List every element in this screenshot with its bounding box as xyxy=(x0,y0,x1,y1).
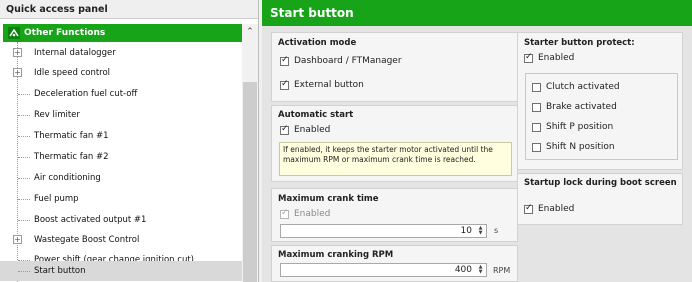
scrollbar-thumb[interactable] xyxy=(243,82,257,282)
sidebar-item-deceleration-fuel-cut-off[interactable]: Deceleration fuel cut-off xyxy=(0,84,242,104)
tree-branch-line xyxy=(18,178,30,179)
starter-button-protect-title: Starter button protect: xyxy=(524,38,635,48)
expand-plus-icon[interactable]: + xyxy=(13,68,22,77)
sidebar-item-start-button[interactable]: Start button xyxy=(0,261,242,281)
crank-time-enabled-label: Enabled xyxy=(294,209,331,219)
cranking-rpm-input[interactable]: 400 ▲ ▼ xyxy=(280,263,487,277)
shift-p-position-checkbox[interactable] xyxy=(532,123,541,132)
brake-activated-label: Brake activated xyxy=(546,102,617,112)
tree-branch-line xyxy=(18,94,30,95)
crank-time-input[interactable]: 10 ▲ ▼ xyxy=(280,224,487,238)
sidebar-item-thermatic-fan-1[interactable]: Thermatic fan #1 xyxy=(0,126,242,146)
sidebar-scrollbar[interactable]: ⌃ xyxy=(242,24,258,282)
sidebar-item-label: Internal datalogger xyxy=(34,48,116,58)
sidebar-item-label: Thermatic fan #2 xyxy=(34,152,109,162)
sidebar-item-boost-activated-output-1[interactable]: Boost activated output #1 xyxy=(0,210,242,230)
tree-branch-line xyxy=(18,199,30,200)
cranking-rpm-value: 400 xyxy=(454,265,472,275)
automatic-start-title: Automatic start xyxy=(278,110,354,120)
tree-group-label: Other Functions xyxy=(24,28,106,38)
sidebar-item-label: Rev limiter xyxy=(34,110,80,120)
startup-lock-enabled-checkbox[interactable] xyxy=(524,203,533,214)
expand-plus-icon[interactable]: + xyxy=(13,48,22,57)
automatic-start-info-note: If enabled, it keeps the starter motor a… xyxy=(279,142,512,176)
sidebar-item-label: Wastegate Boost Control xyxy=(34,235,140,245)
protect-enabled-label: Enabled xyxy=(538,53,575,63)
clutch-activated-label: Clutch activated xyxy=(546,82,620,92)
shift-p-position-label: Shift P position xyxy=(546,122,614,132)
cranking-rpm-unit: RPM xyxy=(493,266,511,275)
sidebar-item-label: Air conditioning xyxy=(34,173,101,183)
other-functions-icon xyxy=(8,27,20,39)
brake-activated-checkbox[interactable] xyxy=(532,103,541,112)
dashboard-checkbox[interactable] xyxy=(280,55,289,66)
activation-mode-panel: Activation mode Dashboard / FTManager Ex… xyxy=(271,32,518,102)
automatic-start-enabled-label: Enabled xyxy=(294,125,331,135)
clutch-activated-checkbox[interactable] xyxy=(532,83,541,92)
scroll-up-arrow-icon[interactable]: ⌃ xyxy=(242,24,258,40)
maximum-cranking-rpm-title: Maximum cranking RPM xyxy=(278,250,394,260)
expand-plus-icon[interactable]: + xyxy=(13,235,22,244)
crank-time-unit: s xyxy=(494,226,499,235)
spinner-arrows-icon[interactable]: ▲ ▼ xyxy=(476,226,485,236)
startup-lock-enabled-label: Enabled xyxy=(538,204,575,214)
startup-lock-panel: Startup lock during boot screen Enabled xyxy=(517,173,683,225)
shift-n-position-label: Shift N position xyxy=(546,142,615,152)
tree-branch-line xyxy=(18,271,30,272)
sidebar-item-thermatic-fan-2[interactable]: Thermatic fan #2 xyxy=(0,147,242,167)
sidebar-item-label: Thermatic fan #1 xyxy=(34,131,109,141)
activation-mode-title: Activation mode xyxy=(278,38,357,48)
sidebar-item-rev-limiter[interactable]: Rev limiter xyxy=(0,105,242,125)
sidebar-item-wastegate-boost-control[interactable]: + Wastegate Boost Control xyxy=(0,230,242,250)
tree-branch-line xyxy=(18,136,30,137)
sidebar-item-idle-speed-control[interactable]: + Idle speed control xyxy=(0,63,242,83)
protect-options-box: Clutch activated Brake activated Shift P… xyxy=(525,73,678,160)
external-button-checkbox[interactable] xyxy=(280,79,289,90)
sidebar-item-fuel-pump[interactable]: Fuel pump xyxy=(0,189,242,209)
sidebar-item-label: Fuel pump xyxy=(34,194,79,204)
quick-access-panel: Quick access panel Other Functions + Int… xyxy=(0,0,259,282)
sidebar-item-label: Deceleration fuel cut-off xyxy=(34,89,138,99)
page-title: Start button xyxy=(262,0,692,26)
startup-lock-title: Startup lock during boot screen xyxy=(524,178,677,188)
main-content: Start button Activation mode Dashboard /… xyxy=(262,0,692,282)
protect-enabled-checkbox[interactable] xyxy=(524,52,533,63)
dashboard-label: Dashboard / FTManager xyxy=(294,56,402,66)
crank-time-enabled-checkbox[interactable] xyxy=(280,208,289,219)
tree-group-other-functions[interactable]: Other Functions xyxy=(3,24,242,42)
sidebar-item-label: Idle speed control xyxy=(34,68,111,78)
tree-branch-line xyxy=(18,157,30,158)
automatic-start-enabled-checkbox[interactable] xyxy=(280,124,289,135)
sidebar-item-air-conditioning[interactable]: Air conditioning xyxy=(0,168,242,188)
maximum-crank-time-title: Maximum crank time xyxy=(278,194,379,204)
starter-button-protect-panel: Starter button protect: Enabled Clutch a… xyxy=(517,32,683,170)
shift-n-position-checkbox[interactable] xyxy=(532,143,541,152)
quick-access-title: Quick access panel xyxy=(0,0,258,19)
external-button-label: External button xyxy=(294,80,364,90)
spinner-arrows-icon[interactable]: ▲ ▼ xyxy=(476,265,485,275)
tree-branch-line xyxy=(18,115,30,116)
automatic-start-panel: Automatic start Enabled If enabled, it k… xyxy=(271,105,518,182)
sidebar-item-label: Start button xyxy=(34,266,86,276)
maximum-cranking-rpm-panel: Maximum cranking RPM 400 ▲ ▼ RPM xyxy=(271,245,518,282)
maximum-crank-time-panel: Maximum crank time Enabled 10 ▲▼ s xyxy=(271,188,518,242)
sidebar-item-label: Boost activated output #1 xyxy=(34,215,147,225)
crank-time-value: 10 xyxy=(460,226,472,236)
sidebar-item-internal-datalogger[interactable]: + Internal datalogger xyxy=(0,43,242,63)
tree-branch-line xyxy=(18,220,30,221)
